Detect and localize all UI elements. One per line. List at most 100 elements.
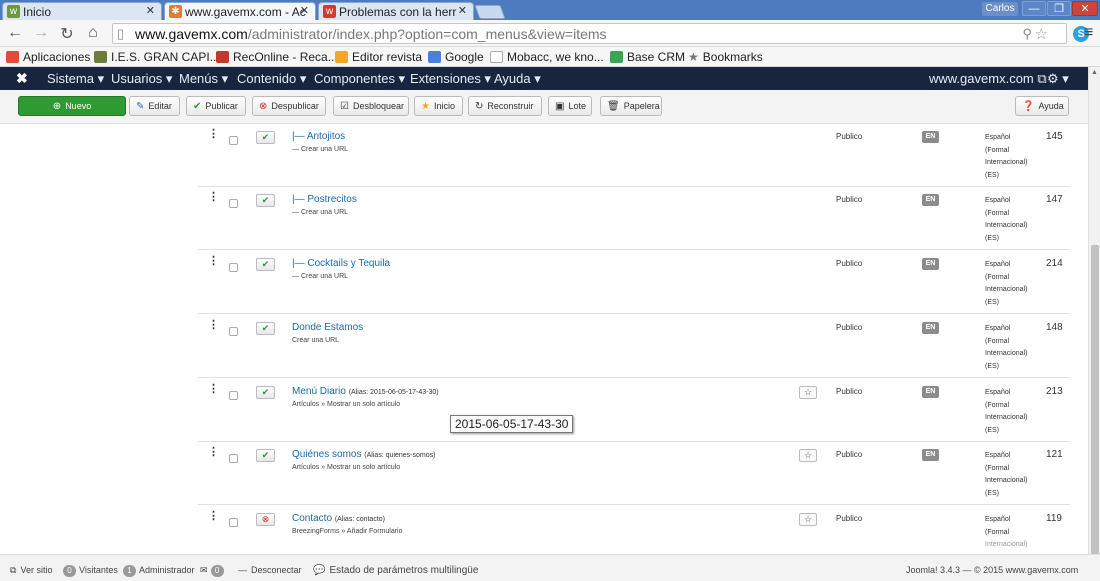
page-scrollbar[interactable]: ▲ bbox=[1088, 67, 1100, 565]
bookmark-star-icon[interactable]: ☆ bbox=[1035, 25, 1048, 43]
close-icon[interactable]: ✕ bbox=[300, 4, 309, 17]
item-id: 119 bbox=[1046, 513, 1062, 524]
row-checkbox[interactable] bbox=[229, 518, 238, 527]
item-title-link[interactable]: Contacto (Alias: contacto) bbox=[292, 513, 385, 524]
bookmark-base-crm[interactable]: Base CRM bbox=[610, 50, 685, 64]
multilanguage-status-link[interactable]: 💬 Estado de parámetros multilingüe bbox=[313, 565, 478, 576]
profile-badge[interactable]: Carlos bbox=[982, 2, 1018, 16]
access-level: Publico bbox=[836, 387, 863, 396]
drag-handle-icon[interactable]: ⋮ bbox=[208, 192, 219, 203]
default-home-star-icon[interactable]: ☆ bbox=[799, 386, 817, 399]
bookmark-mobacc[interactable]: Mobacc, we kno... bbox=[490, 50, 604, 64]
tab-inicio[interactable]: w Inicio ✕ bbox=[2, 2, 162, 20]
bookmark-bookmarks[interactable]: ★ Bookmarks bbox=[688, 50, 763, 64]
published-toggle[interactable]: ✔ bbox=[256, 194, 275, 207]
url-input[interactable]: ▯ www.gavemx.com/administrator/index.php… bbox=[112, 23, 1067, 44]
item-title-link[interactable]: Menú Diario (Alias: 2015-06-05-17-43-30) bbox=[292, 386, 439, 397]
trash-button[interactable]: 🗑 Papelera bbox=[600, 96, 662, 116]
home-default-button[interactable]: ★ Inicio bbox=[414, 96, 463, 116]
drag-handle-icon[interactable]: ⋮ bbox=[208, 384, 219, 395]
row-checkbox[interactable] bbox=[229, 391, 238, 400]
close-window-button[interactable]: ✕ bbox=[1072, 1, 1098, 16]
tab-problemas[interactable]: w Problemas con la herr ✕ bbox=[318, 2, 474, 20]
drag-handle-icon[interactable]: ⋮ bbox=[208, 447, 219, 458]
batch-button[interactable]: ▣ Lote bbox=[548, 96, 592, 116]
forward-arrow-icon[interactable]: → bbox=[32, 24, 50, 42]
w-favicon-icon: w bbox=[323, 5, 336, 18]
item-title-link[interactable]: |— Postrecitos bbox=[292, 194, 357, 205]
published-toggle[interactable]: ✔ bbox=[256, 258, 275, 271]
back-arrow-icon[interactable]: ← bbox=[6, 24, 24, 42]
row-checkbox[interactable] bbox=[229, 136, 238, 145]
default-home-star-icon[interactable]: ☆ bbox=[799, 513, 817, 526]
visitors-indicator[interactable]: 0 Visitantes bbox=[60, 565, 118, 577]
joomla-logo-icon[interactable]: ✖ bbox=[16, 70, 28, 87]
rebuild-button[interactable]: ↻ Reconstruir bbox=[468, 96, 542, 116]
drag-handle-icon[interactable]: ⋮ bbox=[208, 256, 219, 267]
row-checkbox[interactable] bbox=[229, 454, 238, 463]
minimize-button[interactable]: — bbox=[1022, 1, 1046, 16]
crm-icon bbox=[610, 51, 623, 63]
alias-tooltip: 2015-06-05-17-43-30 bbox=[450, 415, 574, 433]
tab-gavemx[interactable]: ✱ www.gavemx.com - Ac ✕ bbox=[164, 2, 316, 20]
checkbox-icon: ☑ bbox=[340, 101, 349, 112]
new-button[interactable]: ⊕ Nuevo bbox=[18, 96, 126, 116]
home-icon[interactable]: ⌂ bbox=[84, 24, 102, 42]
close-icon[interactable]: ✕ bbox=[146, 4, 155, 17]
zoom-icon[interactable]: ⚲ bbox=[1022, 26, 1032, 42]
drag-handle-icon[interactable]: ⋮ bbox=[208, 129, 219, 140]
bookmark-google[interactable]: Google bbox=[428, 50, 484, 64]
editor-icon bbox=[335, 51, 348, 63]
menu-usuarios[interactable]: Usuarios ▾ bbox=[111, 71, 172, 87]
item-title-link[interactable]: Quiénes somos (Alias: quienes-somos) bbox=[292, 449, 435, 460]
menu-extensiones[interactable]: Extensiones ▾ bbox=[410, 71, 491, 87]
menu-contenido[interactable]: Contenido ▾ bbox=[237, 71, 306, 87]
edit-button[interactable]: ✎ Editar bbox=[129, 96, 180, 116]
star-icon: ★ bbox=[421, 101, 430, 112]
unpublished-toggle[interactable]: ⊗ bbox=[256, 513, 275, 526]
new-tab-button[interactable] bbox=[474, 5, 506, 19]
menu-menus[interactable]: Menús ▾ bbox=[179, 71, 228, 87]
browser-menu-icon[interactable]: ≡ bbox=[1084, 24, 1093, 42]
bookmark-editor-revista[interactable]: Editor revista bbox=[335, 50, 422, 64]
messages-count-badge: 0 bbox=[210, 565, 224, 577]
bookmark-ies[interactable]: I.E.S. GRAN CAPI... bbox=[94, 50, 220, 64]
row-checkbox[interactable] bbox=[229, 327, 238, 336]
logout-link[interactable]: — Desconectar bbox=[238, 565, 302, 575]
row-checkbox[interactable] bbox=[229, 263, 238, 272]
messages-indicator[interactable]: ✉ 0 bbox=[200, 565, 227, 577]
bookmark-aplicaciones[interactable]: Aplicaciones bbox=[6, 50, 90, 64]
item-title-link[interactable]: |— Antojitos bbox=[292, 131, 345, 142]
site-link[interactable]: www.gavemx.com ⧉ bbox=[929, 71, 1047, 87]
published-toggle[interactable]: ✔ bbox=[256, 322, 275, 335]
published-toggle[interactable]: ✔ bbox=[256, 449, 275, 462]
unpublish-button[interactable]: ⊗ Despublicar bbox=[252, 96, 326, 116]
published-toggle[interactable]: ✔ bbox=[256, 131, 275, 144]
menu-sistema[interactable]: Sistema ▾ bbox=[47, 71, 104, 87]
row-checkbox[interactable] bbox=[229, 199, 238, 208]
item-title-link[interactable]: Donde Estamos bbox=[292, 322, 363, 333]
scroll-up-arrow-icon[interactable]: ▲ bbox=[1091, 69, 1098, 76]
joomla-admin-navbar: ✖ Sistema ▾ Usuarios ▾ Menús ▾ Contenido… bbox=[0, 67, 1100, 90]
menu-ayuda[interactable]: Ayuda ▾ bbox=[494, 71, 541, 87]
maximize-button[interactable]: ❐ bbox=[1047, 1, 1071, 16]
scrollbar-thumb[interactable] bbox=[1091, 245, 1099, 565]
publish-button[interactable]: ✔ Publicar bbox=[186, 96, 246, 116]
published-toggle[interactable]: ✔ bbox=[256, 386, 275, 399]
reload-icon[interactable]: ↻ bbox=[58, 24, 76, 44]
close-icon[interactable]: ✕ bbox=[458, 4, 467, 17]
menu-componentes[interactable]: Componentes ▾ bbox=[314, 71, 405, 87]
view-site-link[interactable]: ⧉ Ver sitio bbox=[10, 565, 52, 576]
trash-icon: 🗑 bbox=[607, 101, 620, 112]
settings-gear-icon[interactable]: ⚙ ▾ bbox=[1047, 71, 1069, 87]
language-name: Español (Formal Internacional) (ES) bbox=[985, 261, 1028, 307]
default-home-star-icon[interactable]: ☆ bbox=[799, 449, 817, 462]
drag-handle-icon[interactable]: ⋮ bbox=[208, 320, 219, 331]
drag-handle-icon[interactable]: ⋮ bbox=[208, 511, 219, 522]
bookmark-reconline[interactable]: RecOnline - Reca... bbox=[216, 50, 338, 64]
language-name: Español (Formal Internacional) (ES) bbox=[985, 197, 1028, 243]
help-button[interactable]: ❓ Ayuda bbox=[1015, 96, 1069, 116]
item-title-link[interactable]: |— Cocktails y Tequila bbox=[292, 258, 390, 269]
admins-indicator[interactable]: 1 Administrador bbox=[120, 565, 195, 577]
checkin-button[interactable]: ☑ Desbloquear bbox=[333, 96, 409, 116]
